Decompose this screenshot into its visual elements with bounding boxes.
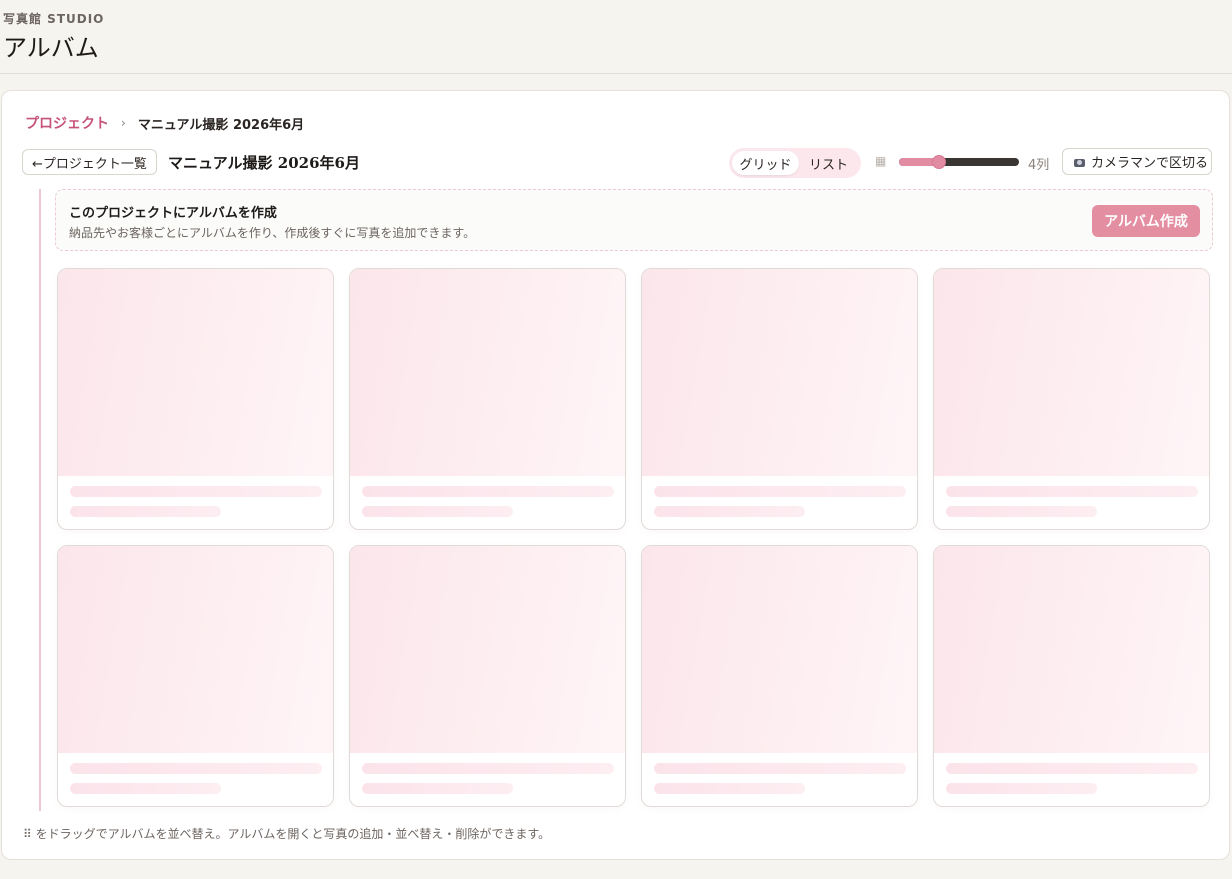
album-thumbnail-placeholder [58,546,333,753]
breadcrumb: プロジェクト › マニュアル撮影 2026年6月 [25,113,304,133]
create-album-banner: このプロジェクトにアルバムを作成 納品先やお客様ごとにアルバムを作り、作成後すぐ… [55,189,1213,251]
albums-area: このプロジェクトにアルバムを作成 納品先やお客様ごとにアルバムを作り、作成後すぐ… [39,189,1216,811]
breadcrumb-separator: › [121,116,126,130]
album-card-placeholder [349,545,626,807]
album-thumbnail-placeholder [58,269,333,476]
album-thumbnail-placeholder [642,546,917,753]
list-view-button[interactable]: リスト [799,151,858,175]
view-toggle: グリッド リスト [729,148,861,178]
album-title-skeleton [70,763,322,774]
album-card-placeholder [349,268,626,530]
back-to-projects-button[interactable]: ←プロジェクト一覧 [22,149,157,175]
album-title-skeleton [362,763,614,774]
album-card-placeholder [641,545,918,807]
create-album-button[interactable]: アルバム作成 [1092,205,1200,237]
slider-thumb[interactable] [931,155,946,169]
album-meta-skeleton [362,506,513,517]
breadcrumb-projects-link[interactable]: プロジェクト [25,113,109,133]
album-title-skeleton [70,486,322,497]
brand-name: 写真館 STUDIO [3,12,105,26]
album-meta-skeleton [70,783,221,794]
album-card-placeholder [57,545,334,807]
album-meta-skeleton [654,506,805,517]
camera-icon [1074,158,1085,167]
album-title-skeleton [946,763,1198,774]
album-meta-skeleton [654,783,805,794]
project-name: マニュアル撮影 2026年6月 [168,154,360,172]
album-title-skeleton [946,486,1198,497]
album-meta-skeleton [362,783,513,794]
album-thumbnail-placeholder [934,269,1209,476]
create-album-description: 納品先やお客様ごとにアルバムを作り、作成後すぐに写真を追加できます。 [69,226,476,240]
toolbar: ←プロジェクト一覧 マニュアル撮影 2026年6月 グリッド リスト ▦ 4列 … [22,148,1212,178]
album-thumbnail-placeholder [934,546,1209,753]
app-header: 写真館 STUDIO アルバム [0,0,1232,74]
album-meta-skeleton [946,506,1097,517]
album-card-placeholder [57,268,334,530]
album-card-placeholder [933,545,1210,807]
split-by-photographer-button[interactable]: カメラマンで区切る [1062,148,1212,175]
main-panel: プロジェクト › マニュアル撮影 2026年6月 ←プロジェクト一覧 マニュアル… [1,90,1230,860]
split-button-label: カメラマンで区切る [1091,156,1209,171]
album-meta-skeleton [946,783,1097,794]
column-count-slider[interactable] [899,155,1019,169]
album-meta-skeleton [70,506,221,517]
album-thumbnail-placeholder [350,269,625,476]
create-album-title: このプロジェクトにアルバムを作成 [69,206,277,221]
grid-density-icon: ▦ [875,154,887,168]
album-title-skeleton [654,486,906,497]
album-thumbnail-placeholder [642,269,917,476]
column-count-label: 4列 [1028,158,1050,173]
breadcrumb-current: マニュアル撮影 2026年6月 [137,117,305,133]
album-title-skeleton [362,486,614,497]
album-card-placeholder [933,268,1210,530]
grid-view-button[interactable]: グリッド [732,151,799,175]
album-card-placeholder [641,268,918,530]
footer-hint: ⠿ をドラッグでアルバムを並べ替え。アルバムを開くと写真の追加・並べ替え・削除が… [23,827,551,841]
album-thumbnail-placeholder [350,546,625,753]
page-title: アルバム [3,34,99,62]
album-title-skeleton [654,763,906,774]
